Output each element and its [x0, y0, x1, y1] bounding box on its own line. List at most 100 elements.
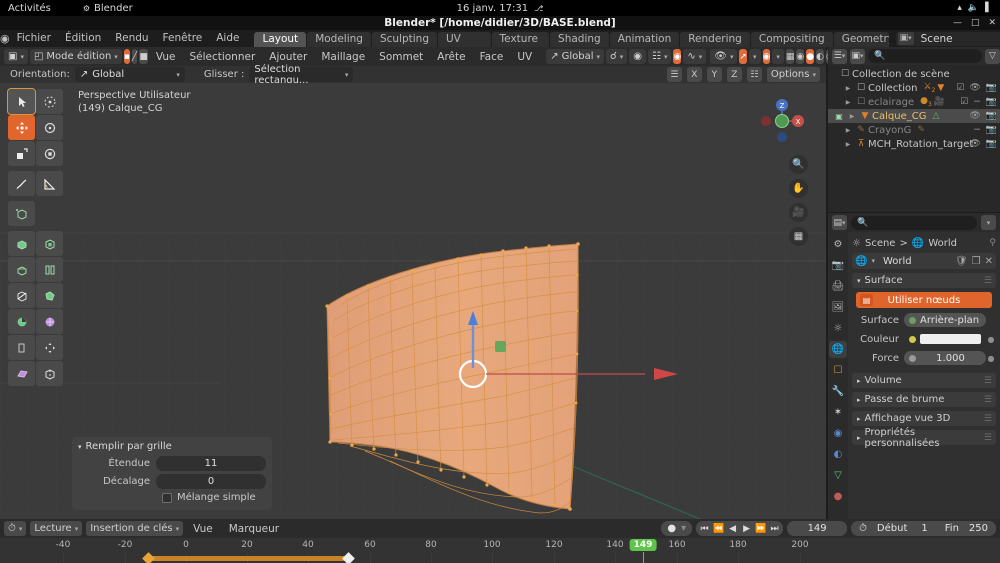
shrink-fatten-tool[interactable]	[36, 335, 63, 360]
proportional-edit-icon[interactable]: ◉	[673, 49, 682, 64]
material-shading[interactable]: ◐	[816, 49, 824, 64]
simple-blending-checkbox[interactable]	[162, 492, 172, 503]
keying-dropdown[interactable]: Insertion de clés ▾	[86, 521, 184, 536]
menu-vue[interactable]: Vue	[150, 51, 182, 63]
eye-icon[interactable]: 👁	[969, 139, 980, 149]
options-dropdown[interactable]: Options ▾	[766, 67, 820, 82]
new-id-icon[interactable]: ❐	[972, 256, 981, 267]
properties-options-dropdown[interactable]: ▾	[981, 215, 996, 230]
tab-animation[interactable]: Animation	[609, 32, 680, 47]
offset-value-field[interactable]: 0	[156, 474, 266, 489]
timeline-editor-icon[interactable]: ⏱ ▾	[4, 521, 27, 536]
mode-selector[interactable]: ◰ Mode édition ▾	[29, 49, 122, 64]
outliner-row-crayong[interactable]: ▶ ✎ CrayonG ✎ − 📷	[828, 123, 1000, 137]
eye-icon[interactable]: 👁	[969, 111, 980, 121]
physics-tab[interactable]: ◉	[829, 425, 847, 442]
camera-icon[interactable]: 📷	[986, 83, 997, 93]
axis-x-toggle[interactable]: X	[686, 67, 702, 82]
tab-uv-editing[interactable]: UV Editing	[437, 32, 491, 60]
jump-end-icon[interactable]: ⏭	[768, 524, 781, 534]
operator-panel-header[interactable]: ▾ Remplir par grille	[78, 441, 266, 452]
gnome-status-tray[interactable]: ▴ 🔈 ▌	[957, 3, 992, 13]
volume-panel-header[interactable]: ▸ Volume ☰	[852, 373, 996, 388]
menu-fichier[interactable]: Fichier	[10, 30, 58, 47]
activities-button[interactable]: Activités	[8, 3, 51, 14]
measure-tool[interactable]	[36, 171, 63, 196]
minimize-button[interactable]: —	[953, 18, 962, 28]
funnel-icon[interactable]: ▽	[985, 48, 1000, 64]
shear-tool[interactable]	[8, 361, 35, 386]
falloff-curve-icon[interactable]: ∿ ▾	[683, 49, 707, 64]
gnome-clock[interactable]: 16 janv. 17:31 ⎇	[457, 3, 544, 14]
timeline-menu-vue[interactable]: Vue	[187, 523, 219, 535]
custom-props-panel-header[interactable]: ▸ Propriétés personnalisées ☰	[852, 427, 996, 449]
menu-rendu[interactable]: Rendu	[108, 30, 155, 47]
outliner-display-icon[interactable]: ☰ ▾	[832, 48, 847, 64]
vertex-select-mode[interactable]: ▪	[123, 49, 130, 64]
breadcrumb-world[interactable]: World	[928, 238, 957, 249]
snap-increment-icon[interactable]: ☷ ▾	[648, 49, 672, 64]
color-socket-dot[interactable]	[909, 335, 916, 343]
face-select-mode[interactable]: ■	[139, 49, 148, 64]
expand-triangle-icon[interactable]: ▶	[842, 141, 854, 148]
drag-action-dropdown[interactable]: Sélection rectangu... ▾	[249, 64, 354, 86]
snap-magnet-toggle[interactable]: ☌ ▾	[606, 49, 628, 64]
wireframe-shading[interactable]: ◉	[796, 49, 805, 64]
pan-hand-icon[interactable]: ✋	[789, 179, 808, 198]
axis-y-toggle[interactable]: Y	[706, 67, 722, 82]
fake-user-icon[interactable]: 🛡	[955, 256, 968, 267]
viewport-display-panel-header[interactable]: ▸ Affichage vue 3D ☰	[852, 411, 996, 426]
edge-slide-tool[interactable]	[8, 335, 35, 360]
prev-keyframe-icon[interactable]: ⏪	[712, 524, 725, 534]
zoom-icon[interactable]: 🔍	[789, 155, 808, 174]
expand-triangle-icon[interactable]: ▶	[842, 127, 854, 134]
end-value[interactable]: 250	[969, 523, 988, 534]
annotate-tool[interactable]	[8, 171, 35, 196]
close-button[interactable]: ✕	[988, 18, 996, 28]
outliner-row-scene-collection[interactable]: ☐ Collection de scène	[828, 67, 1000, 81]
overlays-icon[interactable]: ◉	[762, 49, 771, 64]
scale-tool[interactable]	[8, 141, 35, 166]
frame-range-bar[interactable]	[148, 556, 348, 561]
menu-ajouter[interactable]: Ajouter	[263, 51, 313, 63]
tab-rendering[interactable]: Rendering	[680, 32, 750, 47]
menu-uv[interactable]: UV	[511, 51, 538, 63]
world-id-name[interactable]: World	[879, 256, 951, 267]
world-tab[interactable]: 🌐	[829, 341, 847, 358]
constraints-tab[interactable]: ◐	[829, 446, 847, 463]
jump-start-icon[interactable]: ⏮	[698, 524, 711, 534]
menu-selectionner[interactable]: Sélectionner	[183, 51, 261, 63]
play-icon[interactable]: ▶	[740, 524, 753, 534]
range-end-handle[interactable]	[342, 552, 355, 563]
move-tool[interactable]	[8, 115, 35, 140]
scene-tab[interactable]: ☼	[829, 320, 847, 337]
pin-icon[interactable]: ⚲	[989, 238, 996, 248]
auto-keying-toggle[interactable]: ● ▾	[661, 521, 693, 536]
knife-tool[interactable]	[8, 283, 35, 308]
loop-cut-tool[interactable]	[36, 257, 63, 282]
strength-field[interactable]: 1.000	[904, 351, 986, 365]
tab-sculpting[interactable]: Sculpting	[371, 32, 437, 47]
filter-id-icon[interactable]: ▣ ▾	[850, 48, 865, 64]
render-tab[interactable]: 📷	[829, 257, 847, 274]
navigation-gizmo[interactable]: Z X	[756, 95, 808, 147]
simple-blending-checkbox-row[interactable]: Mélange simple	[78, 492, 266, 503]
output-tab[interactable]: 🖨	[829, 278, 847, 295]
surface-panel-header[interactable]: ▾ Surface ☰	[852, 273, 996, 288]
outliner-row-eclairage[interactable]: ▶ ☐ eclairage ●3 🎥 ☑ − 📷	[828, 95, 1000, 109]
rotate-tool[interactable]	[36, 115, 63, 140]
material-tab[interactable]: ●	[829, 488, 847, 505]
start-value[interactable]: 1	[921, 523, 927, 534]
axis-lock-icon[interactable]: ☰	[666, 67, 682, 82]
axis-z-toggle[interactable]: Z	[726, 67, 742, 82]
span-value-field[interactable]: 11	[156, 456, 266, 471]
surface-shader-dropdown[interactable]: Arrière-plan	[904, 313, 986, 327]
tab-compositing[interactable]: Compositing	[750, 32, 833, 47]
timeline-ruler[interactable]: -40 -20 0 20 40 60 80 100 120 140 160 18…	[0, 538, 1000, 563]
use-nodes-button[interactable]: ▤ Utiliser nœuds	[856, 292, 992, 308]
maximize-button[interactable]: □	[971, 18, 980, 28]
eye-icon[interactable]: 👁	[969, 83, 980, 93]
outliner-search-input[interactable]: 🔍	[868, 49, 982, 63]
smooth-tool[interactable]	[36, 309, 63, 334]
particles-tab[interactable]: ✶	[829, 404, 847, 421]
